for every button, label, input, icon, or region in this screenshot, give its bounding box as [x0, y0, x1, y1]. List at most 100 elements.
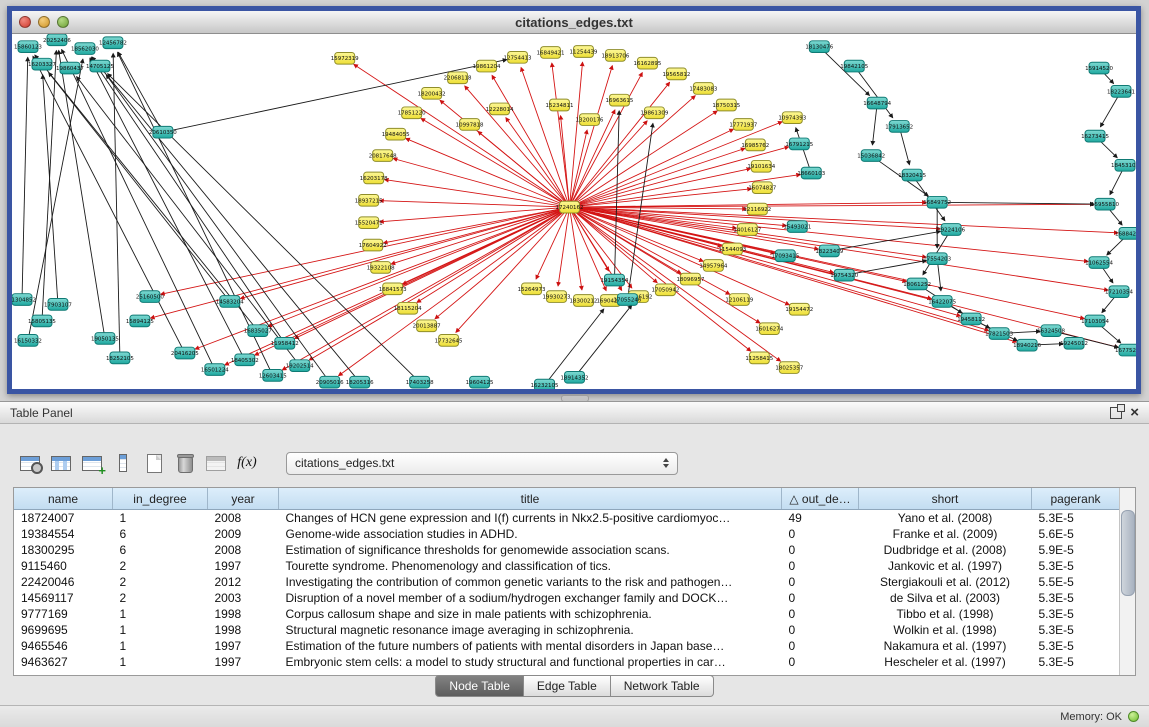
network-node[interactable]: 16849752: [923, 196, 951, 208]
network-edge[interactable]: [829, 231, 940, 250]
network-edge[interactable]: [35, 55, 258, 331]
network-node[interactable]: 19861309: [640, 107, 668, 119]
network-node[interactable]: 18750315: [712, 99, 740, 111]
network-node[interactable]: 17821503: [985, 328, 1013, 340]
network-node[interactable]: 18660103: [797, 167, 825, 179]
network-node[interactable]: 19860437: [56, 62, 84, 74]
network-node[interactable]: 20817648: [369, 150, 397, 162]
network-node[interactable]: 17210354: [1105, 286, 1133, 298]
close-panel-icon[interactable]: ×: [1130, 406, 1139, 420]
network-node[interactable]: 17903107: [44, 299, 72, 311]
zoom-window-button[interactable]: [57, 16, 69, 28]
network-node[interactable]: 16648794: [863, 97, 891, 109]
network-node[interactable]: 19930273: [543, 291, 571, 303]
network-node[interactable]: 20905016: [316, 376, 344, 388]
delete-table-button[interactable]: [171, 450, 199, 477]
column-header-6[interactable]: pagerank: [1032, 488, 1120, 510]
network-node[interactable]: 18200432: [418, 87, 446, 99]
network-node[interactable]: 15972319: [331, 52, 359, 64]
network-edge[interactable]: [91, 58, 285, 344]
network-node[interactable]: 25160500: [136, 291, 164, 303]
network-node[interactable]: 17554203: [923, 253, 951, 265]
function-builder-button[interactable]: f(x): [233, 450, 261, 477]
column-header-5[interactable]: short: [859, 488, 1032, 510]
network-node[interactable]: 18223641: [1107, 86, 1135, 98]
table-mode-button[interactable]: [16, 450, 44, 477]
network-node[interactable]: 19154472: [785, 303, 813, 315]
network-node[interactable]: 16150332: [14, 335, 42, 347]
show-columns-button[interactable]: [47, 450, 75, 477]
network-node[interactable]: 16501224: [201, 364, 229, 376]
minimize-window-button[interactable]: [38, 16, 50, 28]
network-node[interactable]: 12603415: [259, 370, 287, 382]
network-edge[interactable]: [59, 50, 105, 338]
network-node[interactable]: 14705125: [86, 60, 114, 72]
network-edge[interactable]: [854, 66, 893, 118]
table-row[interactable]: 946362711997Embryonic stem cells: a mode…: [14, 654, 1120, 670]
network-edge[interactable]: [77, 77, 300, 366]
new-table-button[interactable]: [140, 450, 168, 477]
network-node[interactable]: 12228014: [486, 103, 514, 115]
network-node[interactable]: 17403258: [406, 376, 434, 388]
network-edge[interactable]: [380, 201, 570, 207]
network-node[interactable]: 19224106: [937, 224, 965, 236]
table-row[interactable]: 977716911998Corpus callosum shape and si…: [14, 606, 1120, 622]
create-column-button[interactable]: +: [78, 450, 106, 477]
network-node[interactable]: 16884235: [1115, 228, 1136, 240]
network-node[interactable]: 16273415: [1081, 130, 1109, 142]
network-edge[interactable]: [574, 305, 631, 377]
network-node[interactable]: 19154354: [601, 274, 629, 286]
network-edge[interactable]: [570, 207, 582, 290]
column-button[interactable]: [109, 450, 137, 477]
network-node[interactable]: 16849421: [537, 47, 565, 59]
network-edge[interactable]: [796, 128, 812, 173]
import-table-button[interactable]: [202, 450, 230, 477]
network-node[interactable]: 19050135: [91, 333, 119, 345]
network-node[interactable]: 18300212: [570, 295, 598, 307]
table-row[interactable]: 946554611997Estimation of the future num…: [14, 638, 1120, 654]
network-node[interactable]: 16791215: [785, 138, 813, 150]
network-node[interactable]: 14583204: [216, 296, 244, 308]
network-node[interactable]: 18562030: [71, 43, 99, 55]
network-node[interactable]: 19565812: [662, 68, 690, 80]
network-node[interactable]: 22068118: [444, 72, 472, 84]
network-node[interactable]: 17851220: [398, 107, 426, 119]
network-node[interactable]: 16074827: [748, 182, 776, 194]
network-node[interactable]: 11544093: [718, 243, 746, 255]
network-node[interactable]: 18061252: [903, 278, 931, 290]
network-edge[interactable]: [421, 118, 569, 207]
network-node[interactable]: 18453102: [1111, 159, 1136, 171]
network-node[interactable]: 16324508: [1037, 325, 1065, 337]
network-node[interactable]: 17055246: [614, 294, 642, 306]
network-window-titlebar[interactable]: citations_edges.txt: [12, 11, 1136, 34]
network-node[interactable]: 17103054: [1081, 315, 1109, 327]
network-node[interactable]: 10997818: [456, 119, 484, 131]
network-node[interactable]: 19458112: [957, 313, 985, 325]
network-node[interactable]: 16422075: [928, 296, 956, 308]
network-edge[interactable]: [92, 57, 360, 382]
table-row[interactable]: 911546021997Tourette syndrome. Phenomeno…: [14, 558, 1120, 574]
network-node[interactable]: 20416205: [171, 347, 199, 359]
network-node[interactable]: 18130476: [805, 41, 833, 53]
network-edge[interactable]: [614, 111, 619, 280]
network-node[interactable]: 12456782: [99, 37, 127, 49]
network-node[interactable]: 11958412: [271, 337, 299, 349]
column-header-1[interactable]: in_degree: [113, 488, 208, 510]
network-node[interactable]: 20252406: [43, 34, 71, 46]
network-node[interactable]: 16203178: [360, 172, 388, 184]
column-header-2[interactable]: year: [208, 488, 279, 510]
network-node[interactable]: 15860123: [14, 41, 42, 53]
network-node[interactable]: 17913652: [885, 121, 913, 133]
table-row[interactable]: 2242004622012Investigating the contribut…: [14, 574, 1120, 590]
network-edge[interactable]: [118, 52, 163, 132]
tab-network-table[interactable]: Network Table: [611, 675, 714, 697]
network-edge[interactable]: [49, 73, 230, 302]
network-node[interactable]: 17771937: [729, 119, 757, 131]
network-node[interactable]: 18320415: [898, 169, 926, 181]
network-node[interactable]: 11304852: [12, 294, 36, 306]
column-header-3[interactable]: title: [279, 488, 782, 510]
table-row[interactable]: 1830029562008Estimation of significance …: [14, 542, 1120, 558]
table-row[interactable]: 1938455462009Genome-wide association stu…: [14, 526, 1120, 542]
network-node[interactable]: 19484055: [382, 128, 410, 140]
network-node[interactable]: 15234811: [546, 99, 574, 111]
